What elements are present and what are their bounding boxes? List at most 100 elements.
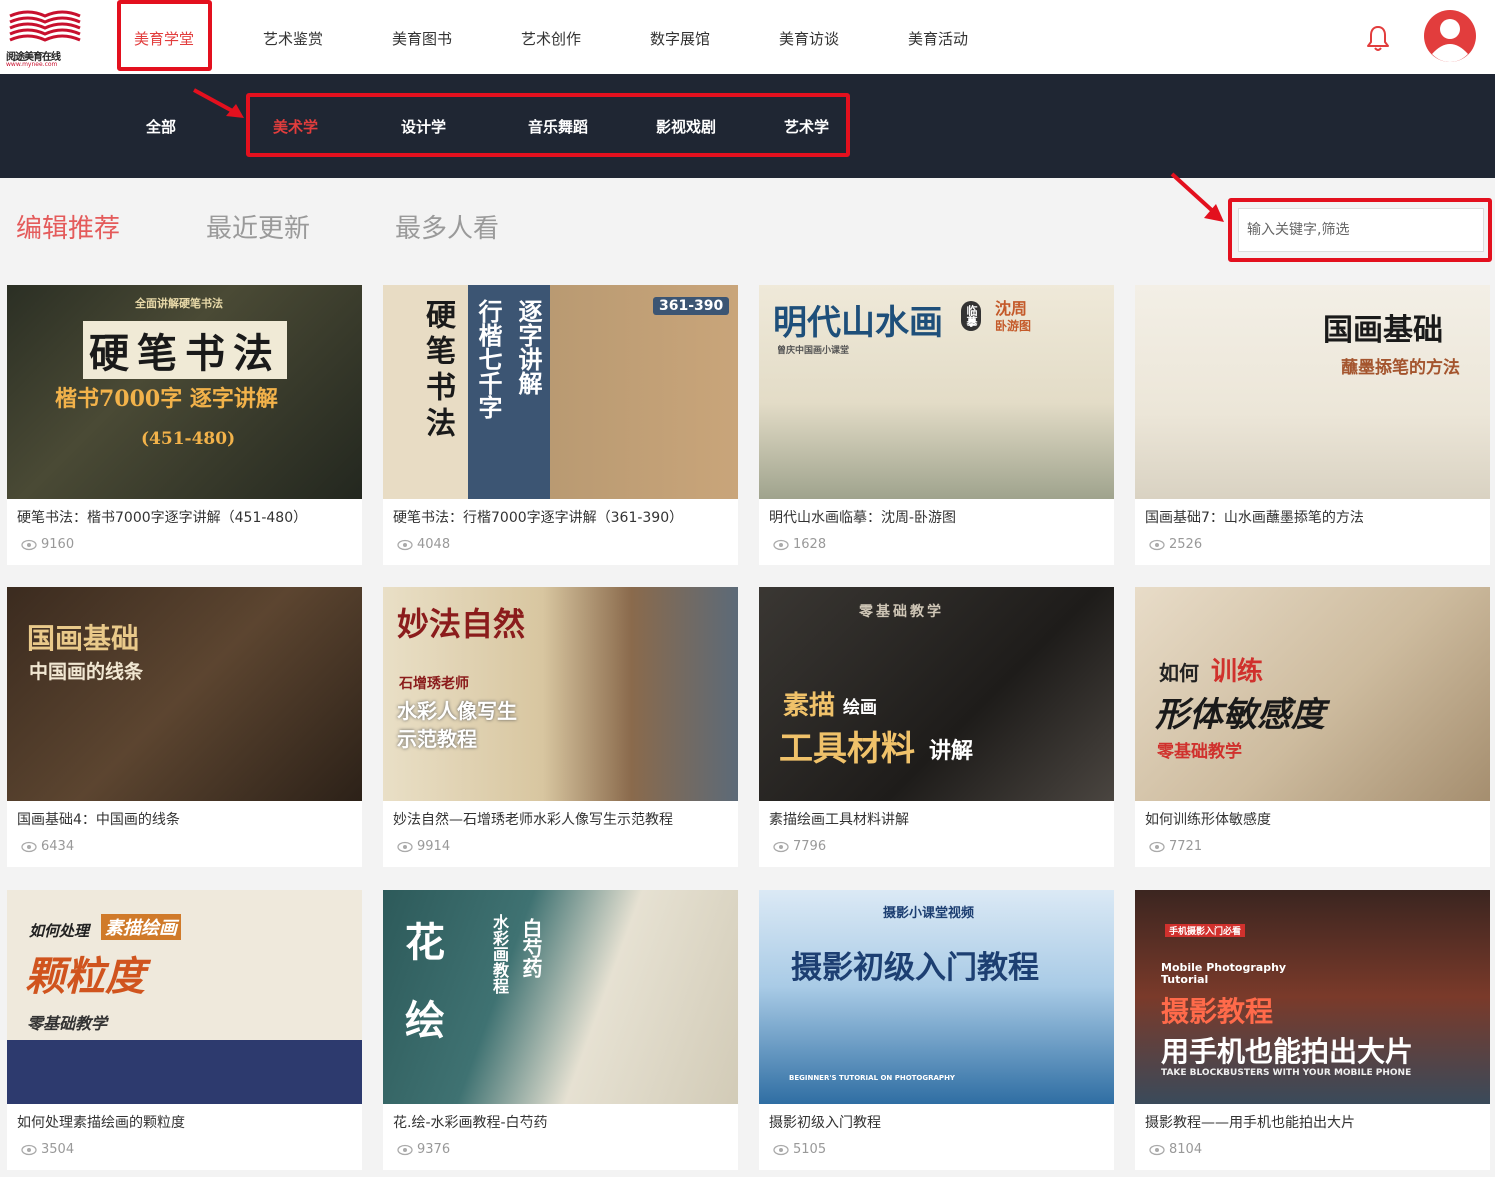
course-card[interactable]: 摄影小课堂视频 摄影初级入门教程 BEGINNER'S TUTORIAL ON …: [759, 890, 1114, 1170]
thumb-heading: 花: [405, 919, 445, 966]
thumb-subheading: 水彩人像写生: [397, 699, 517, 723]
site-logo[interactable]: 阅途美育在线 www.mynee.com: [6, 6, 84, 68]
eye-icon: [21, 841, 37, 852]
thumb-subheading-2: 白芍药: [519, 918, 543, 978]
nav-item-yishu-chuangzuo[interactable]: 艺术创作: [521, 28, 581, 49]
tab-editor-picks[interactable]: 编辑推荐: [16, 208, 120, 245]
course-card[interactable]: 国画基础 蘸墨掭笔的方法 国画基础7：山水画蘸墨掭笔的方法 2526: [1135, 285, 1490, 565]
thumb-heading: 摄影教程: [1161, 995, 1274, 1028]
view-count: 1628: [773, 537, 826, 552]
course-title: 摄影初级入门教程: [769, 1115, 881, 1131]
eye-icon: [1149, 1144, 1165, 1155]
eye-icon: [773, 1144, 789, 1155]
course-thumbnail: 零基础教学 素描 绘画 工具材料 讲解: [759, 587, 1114, 801]
thumb-heading: 如何: [1159, 661, 1199, 685]
thumb-caption: 全面讲解硬笔书法: [135, 297, 223, 310]
view-count: 8104: [1149, 1142, 1202, 1157]
thumb-heading: 如何处理: [29, 922, 90, 940]
course-title: 摄影教程——用手机也能拍出大片: [1145, 1115, 1355, 1131]
thumb-subheading: 楷书7000字 逐字讲解: [55, 386, 278, 412]
course-thumbnail: 摄影小课堂视频 摄影初级入门教程 BEGINNER'S TUTORIAL ON …: [759, 890, 1114, 1104]
thumb-heading-2: 绘: [405, 997, 445, 1044]
course-card[interactable]: 如何 训练 形体敏感度 零基础教学 如何训练形体敏感度 7721: [1135, 587, 1490, 867]
view-count-value: 9376: [417, 1142, 451, 1157]
subnav-item-shejixue[interactable]: 设计学: [401, 116, 446, 137]
view-count: 7796: [773, 839, 826, 854]
thumb-caption: 曾庆中国画小课堂: [777, 346, 850, 356]
course-thumbnail: 妙法自然 石增琇老师 水彩人像写生 示范教程: [383, 587, 738, 801]
view-count-value: 4048: [417, 537, 451, 552]
user-avatar-icon[interactable]: [1422, 8, 1478, 64]
thumb-heading: 国画基础: [1323, 313, 1443, 348]
thumb-caption: 零基础教学: [1157, 742, 1242, 762]
thumb-subcaption: Mobile Photography Tutorial: [1161, 961, 1287, 986]
tab-most-viewed[interactable]: 最多人看: [395, 208, 499, 245]
thumb-artist: 沈周: [995, 299, 1028, 318]
course-card[interactable]: 硬笔书法 行楷七千字 逐字讲解 361-390 硬笔书法：行楷7000字逐字讲解…: [383, 285, 738, 565]
view-count-value: 9160: [41, 537, 75, 552]
subnav-item-meishuxue[interactable]: 美术学: [273, 116, 318, 137]
course-card[interactable]: 国画基础 中国画的线条 国画基础4：中国画的线条 6434: [7, 587, 362, 867]
course-card[interactable]: 妙法自然 石增琇老师 水彩人像写生 示范教程 妙法自然—石增琇老师水彩人像写生示…: [383, 587, 738, 867]
course-thumbnail: 如何处理 素描绘画 颗粒度 零基础教学: [7, 890, 362, 1104]
thumb-subheading: 水彩画教程: [490, 914, 509, 994]
course-title: 妙法自然—石增琇老师水彩人像写生示范教程: [393, 812, 673, 828]
thumb-subheading-2: 逐字讲解: [514, 299, 543, 395]
nav-item-meiyu-fangtan[interactable]: 美育访谈: [779, 28, 839, 49]
course-title: 花.绘-水彩画教程-白芍药: [393, 1115, 548, 1131]
nav-item-yishu-jianshang[interactable]: 艺术鉴赏: [263, 28, 323, 49]
eye-icon: [21, 539, 37, 550]
search-area: [1228, 198, 1492, 262]
thumb-heading: 妙法自然: [397, 605, 526, 643]
thumb-caption: 摄影小课堂视频: [883, 906, 975, 921]
thumb-subheading-2: 讲解: [929, 739, 974, 764]
subnav-item-all[interactable]: 全部: [146, 116, 176, 137]
thumb-badge: 临摹: [961, 301, 981, 331]
view-count-value: 5105: [793, 1142, 827, 1157]
course-title: 明代山水画临摹：沈周-卧游图: [769, 510, 957, 526]
thumb-footer: BEGINNER'S TUTORIAL ON PHOTOGRAPHY: [789, 1074, 955, 1082]
view-count-value: 1628: [793, 537, 827, 552]
thumb-caption: 手机摄影入门必看: [1165, 924, 1246, 937]
course-card[interactable]: 手机摄影入门必看 Mobile Photography Tutorial 摄影教…: [1135, 890, 1490, 1170]
tab-recent-updates[interactable]: 最近更新: [206, 208, 310, 245]
eye-icon: [1149, 539, 1165, 550]
subnav-item-yingshi-xiju[interactable]: 影视戏剧: [656, 116, 716, 137]
course-card[interactable]: 花 绘 水彩画教程 白芍药 花.绘-水彩画教程-白芍药 9376: [383, 890, 738, 1170]
nav-item-meiyu-huodong[interactable]: 美育活动: [908, 28, 968, 49]
eye-icon: [1149, 841, 1165, 852]
course-card[interactable]: 零基础教学 素描 绘画 工具材料 讲解 素描绘画工具材料讲解 7796: [759, 587, 1114, 867]
course-card[interactable]: 明代山水画 临摹 沈周 卧游图 曾庆中国画小课堂 明代山水画临摹：沈周-卧游图 …: [759, 285, 1114, 565]
thumb-subheading: 中国画的线条: [29, 661, 144, 683]
view-count: 4048: [397, 537, 450, 552]
view-count: 9914: [397, 839, 450, 854]
bell-icon[interactable]: [1366, 24, 1390, 52]
course-title: 如何处理素描绘画的颗粒度: [17, 1115, 185, 1131]
subnav-item-yishuxue[interactable]: 艺术学: [784, 116, 829, 137]
nav-item-meiyu-xuetang[interactable]: 美育学堂: [134, 28, 194, 49]
category-subnav: 全部 美术学 设计学 音乐舞蹈 影视戏剧 艺术学: [0, 74, 1495, 178]
thumb-heading: 硬笔书法: [420, 299, 455, 443]
course-thumbnail: 花 绘 水彩画教程 白芍药: [383, 890, 738, 1104]
course-card[interactable]: 如何处理 素描绘画 颗粒度 零基础教学 如何处理素描绘画的颗粒度 3504: [7, 890, 362, 1170]
eye-icon: [773, 539, 789, 550]
thumb-subheading: 行楷七千字: [474, 299, 503, 419]
thumb-subheading-2: 示范教程: [397, 727, 477, 751]
course-title: 素描绘画工具材料讲解: [769, 812, 909, 828]
eye-icon: [21, 1144, 37, 1155]
nav-item-meiyu-tushu[interactable]: 美育图书: [392, 28, 452, 49]
thumb-heading-2: 训练: [1211, 657, 1264, 687]
thumb-heading-2: 绘画: [843, 698, 877, 718]
eye-icon: [397, 539, 413, 550]
thumb-heading-2: 素描绘画: [101, 914, 181, 940]
red-arrow-icon: [1170, 172, 1224, 222]
view-count: 9376: [397, 1142, 450, 1157]
nav-item-shuzi-zhanguan[interactable]: 数字展馆: [650, 28, 710, 49]
course-title: 硬笔书法：行楷7000字逐字讲解（361-390）: [393, 510, 684, 526]
subnav-item-yinyue-wudao[interactable]: 音乐舞蹈: [528, 116, 588, 137]
course-card[interactable]: 全面讲解硬笔书法 硬笔书法 楷书7000字 逐字讲解 (451-480) 硬笔书…: [7, 285, 362, 565]
view-count: 2526: [1149, 537, 1202, 552]
logo-url: www.mynee.com: [6, 61, 58, 68]
keyword-filter-input[interactable]: [1238, 208, 1484, 252]
view-count: 7721: [1149, 839, 1202, 854]
